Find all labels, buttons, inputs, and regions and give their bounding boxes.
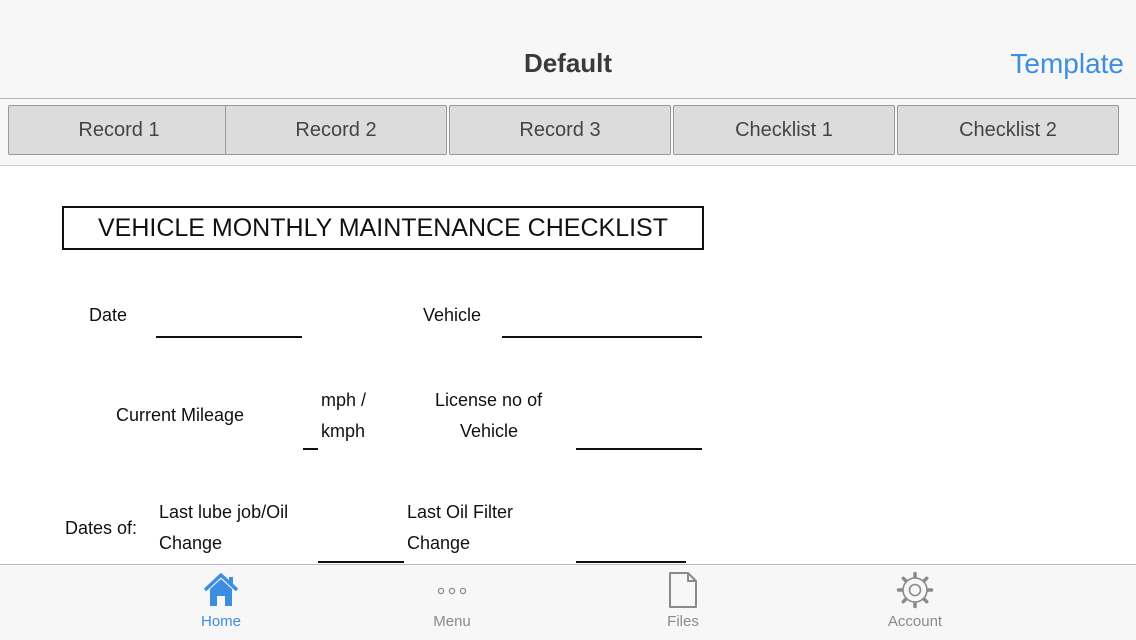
gear-icon xyxy=(896,571,934,609)
last-lube-label-line2: Change xyxy=(159,533,223,553)
tab-record-1[interactable]: Record 1 xyxy=(8,105,230,155)
account-tab-label: Account xyxy=(887,613,943,630)
date-field-line[interactable] xyxy=(156,336,302,338)
file-icon xyxy=(669,572,697,608)
license-label-line1: License no of xyxy=(435,390,543,410)
last-lube-field-line[interactable] xyxy=(318,561,404,563)
template-button[interactable]: Template xyxy=(1010,48,1124,80)
last-lube-label-line1: Last lube job/Oil xyxy=(159,502,289,522)
license-label-line2: Vehicle xyxy=(460,421,519,441)
bottom-tab-home[interactable]: Home xyxy=(161,571,281,630)
page-title: Default xyxy=(523,48,613,78)
record-tab-strip: Record 1 Record 2 Record 3 Checklist 1 C… xyxy=(0,99,1136,166)
tab-checklist-1[interactable]: Checklist 1 xyxy=(673,105,895,155)
mileage-field-line[interactable] xyxy=(303,448,318,450)
mileage-unit-label-line2: kmph xyxy=(321,421,366,441)
files-tab-label: Files xyxy=(667,613,699,630)
tab-record-2[interactable]: Record 2 xyxy=(225,105,447,155)
vehicle-label: Vehicle xyxy=(423,305,482,325)
checklist-title: VEHICLE MONTHLY MAINTENANCE CHECKLIST xyxy=(62,206,704,250)
tab-checklist-2[interactable]: Checklist 2 xyxy=(897,105,1119,155)
tab-record-3[interactable]: Record 3 xyxy=(449,105,671,155)
last-filter-label-line2: Change xyxy=(407,533,471,553)
date-label: Date xyxy=(89,305,128,325)
vehicle-field-line[interactable] xyxy=(502,336,702,338)
bottom-tab-account[interactable]: Account xyxy=(855,571,975,630)
license-field-line[interactable] xyxy=(576,448,702,450)
mileage-unit-label-line1: mph / xyxy=(321,390,367,410)
dates-of-label: Dates of: xyxy=(65,518,138,538)
last-filter-label-line1: Last Oil Filter xyxy=(407,502,514,522)
current-mileage-label: Current Mileage xyxy=(116,405,245,425)
home-tab-label: Home xyxy=(200,613,241,630)
more-icon xyxy=(437,587,467,595)
navigation-bar: Default Template xyxy=(0,0,1136,99)
bottom-tab-files[interactable]: Files xyxy=(623,571,743,630)
bottom-tab-menu[interactable]: Menu xyxy=(392,571,512,630)
document-view[interactable]: VEHICLE MONTHLY MAINTENANCE CHECKLIST Da… xyxy=(0,166,1136,564)
menu-tab-label: Menu xyxy=(433,613,471,630)
home-icon xyxy=(203,573,239,606)
bottom-tab-bar: Home Menu Files Account xyxy=(0,564,1136,640)
last-filter-field-line[interactable] xyxy=(576,561,686,563)
